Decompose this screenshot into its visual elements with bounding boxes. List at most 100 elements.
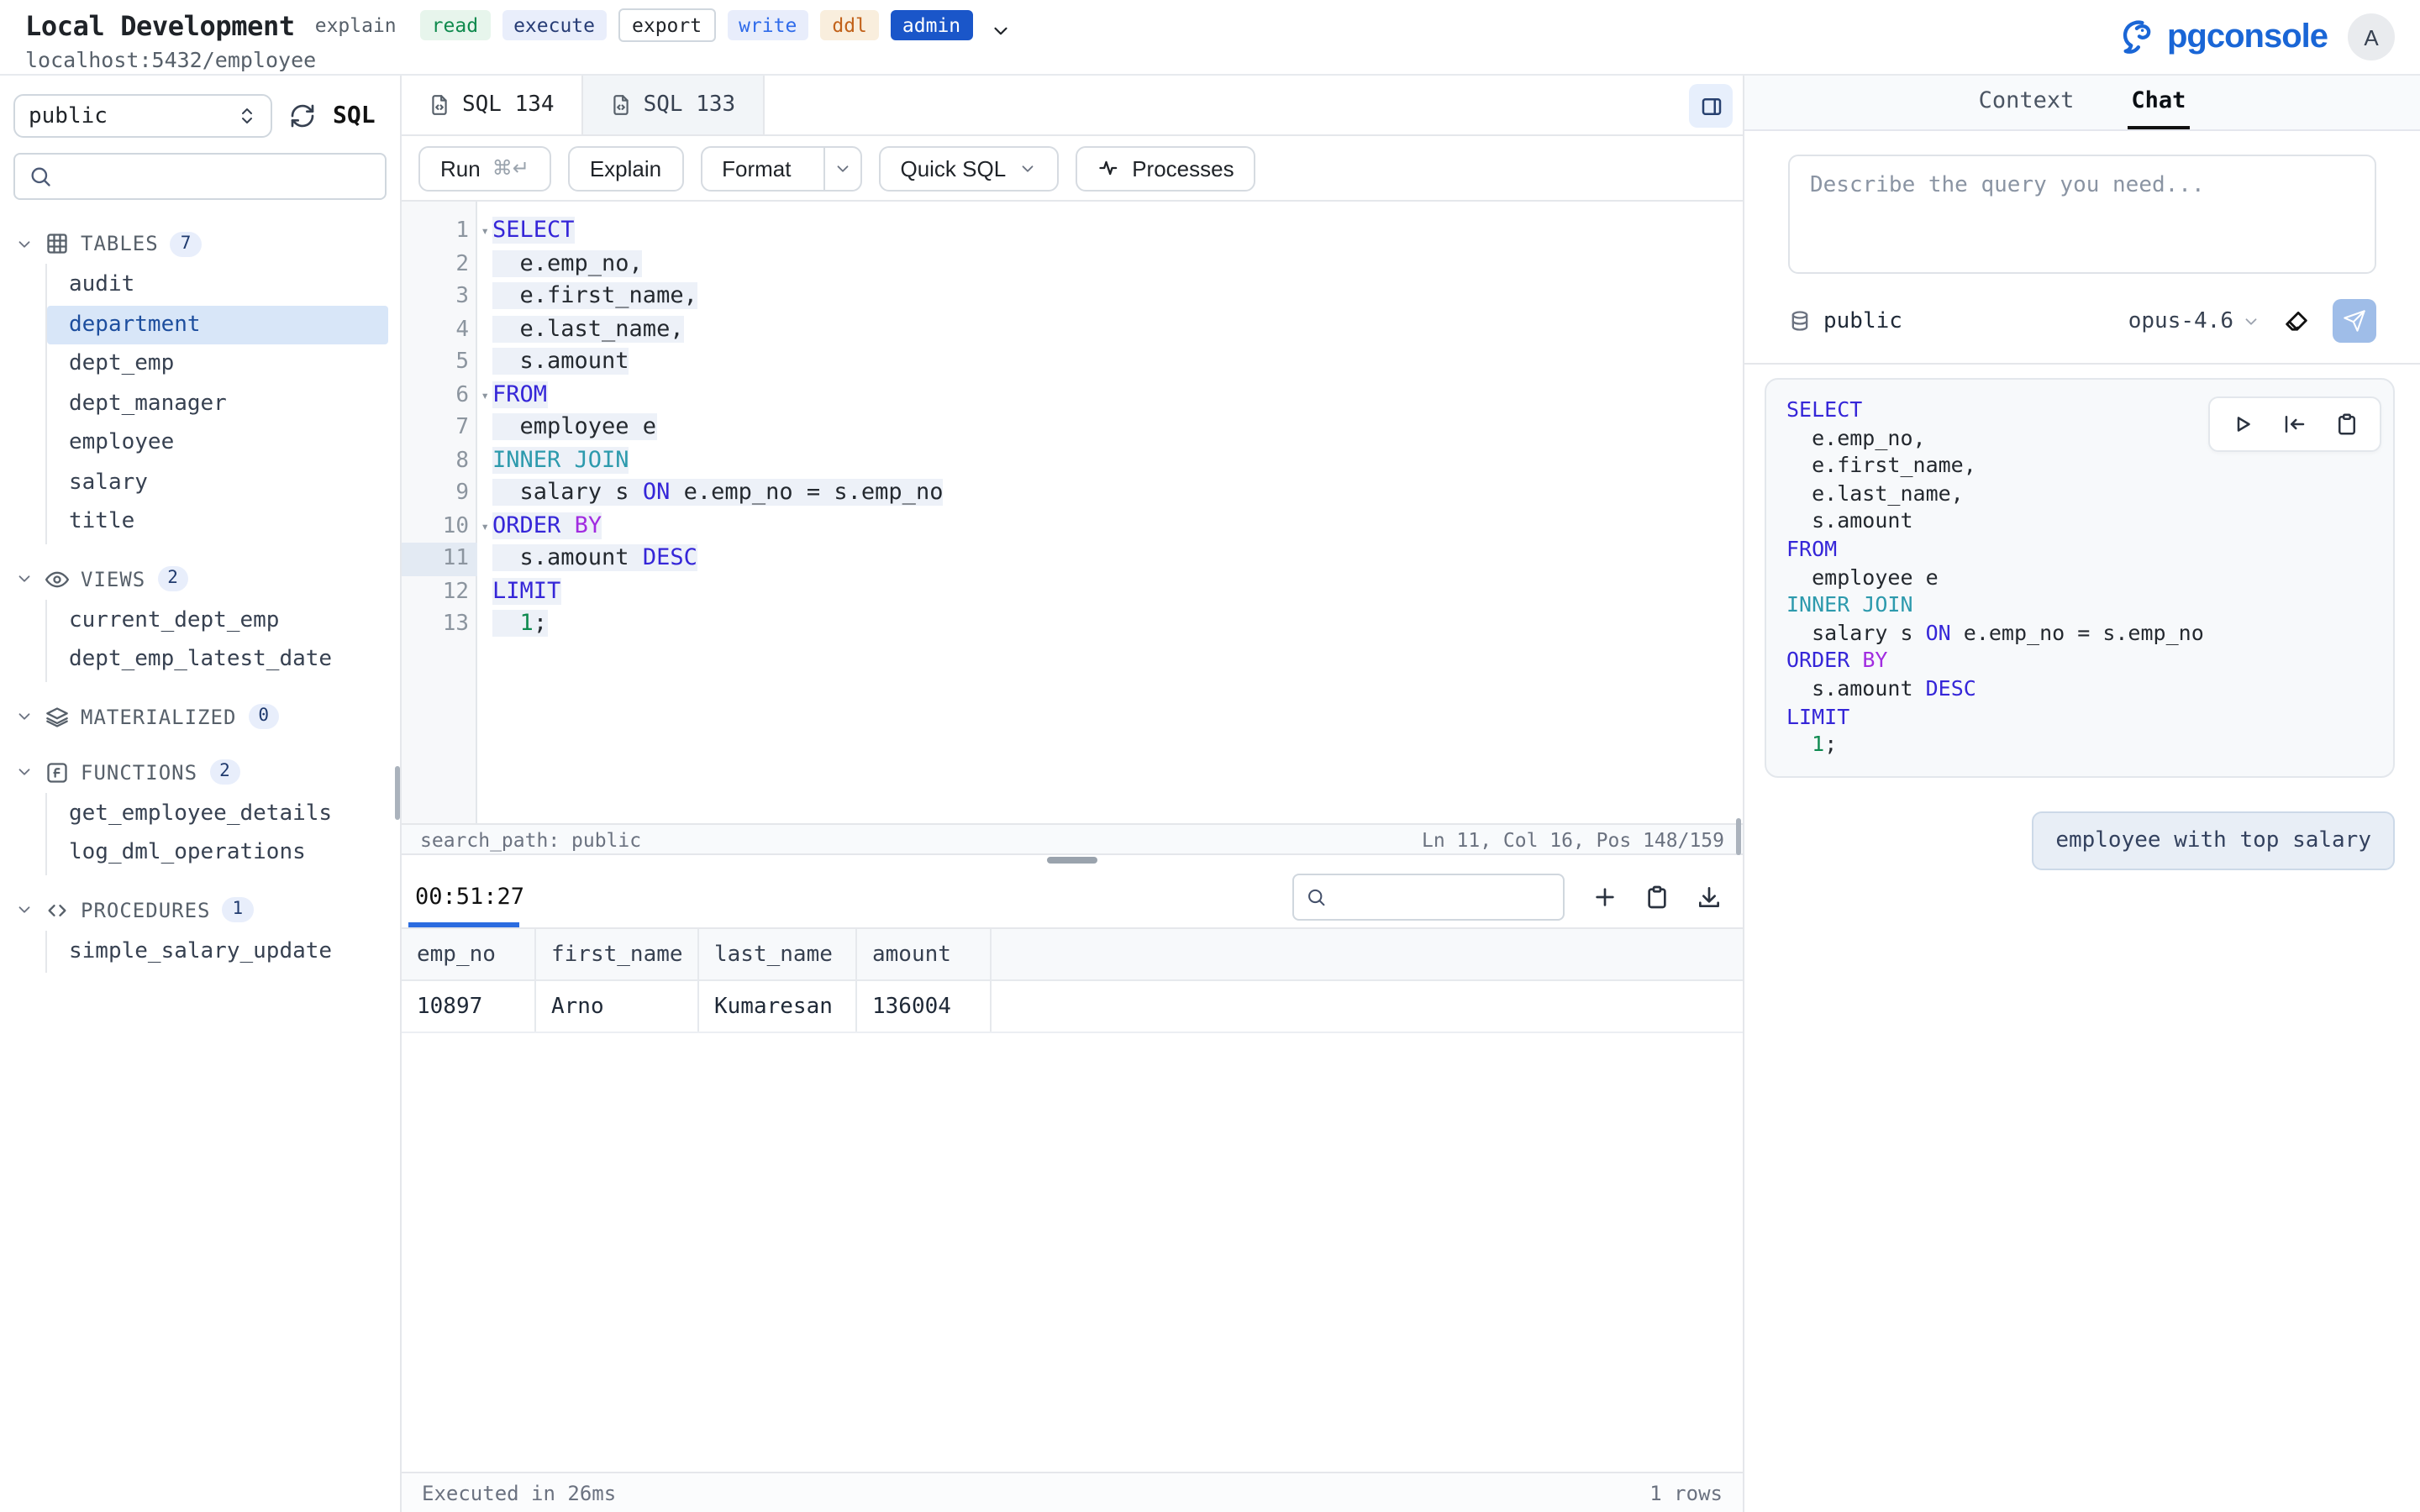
tree-item-current_dept_emp[interactable]: current_dept_emp	[47, 601, 388, 640]
add-result-tab-icon[interactable]	[1591, 883, 1618, 910]
schema-select[interactable]: public	[13, 94, 272, 138]
fold-marker-icon[interactable]: ▾	[481, 510, 489, 543]
fold-marker-icon[interactable]: ▾	[481, 215, 489, 248]
editor-line-13[interactable]: 13 1;	[402, 608, 1743, 641]
tree-item-employee[interactable]: employee	[47, 423, 388, 463]
chevron-down-icon[interactable]	[989, 19, 1011, 41]
editor-line-10[interactable]: 10▾ORDER BY	[402, 510, 1743, 543]
fold-marker-icon[interactable]: ▾	[481, 379, 489, 412]
copy-snippet-icon[interactable]	[2334, 412, 2360, 437]
line-number: 10▾	[402, 510, 477, 543]
section-count: 2	[157, 566, 188, 591]
tree-item-simple_salary_update[interactable]: simple_salary_update	[47, 932, 388, 971]
explain-button[interactable]: Explain	[568, 145, 683, 191]
line-number: 12	[402, 575, 477, 608]
copy-results-icon[interactable]	[1644, 883, 1670, 910]
editor-line-11[interactable]: 11 s.amount DESC	[402, 543, 1743, 575]
section-header-materialized[interactable]: MATERIALIZED0	[0, 696, 400, 737]
editor-line-5[interactable]: 5 s.amount	[402, 346, 1743, 379]
tree-item-dept_emp[interactable]: dept_emp	[47, 344, 388, 384]
section-count: 2	[209, 759, 240, 785]
editor-line-12[interactable]: 12LIMIT	[402, 575, 1743, 608]
editor-line-4[interactable]: 4 e.last_name,	[402, 313, 1743, 346]
tree-item-salary[interactable]: salary	[47, 463, 388, 502]
editor-line-1[interactable]: 1▾SELECT	[402, 215, 1743, 248]
sql-editor[interactable]: 1▾SELECT2 e.emp_no,3 e.first_name,4 e.la…	[402, 202, 1743, 823]
refresh-icon[interactable]	[289, 102, 316, 129]
cursor-position-status: Ln 11, Col 16, Pos 148/159	[1422, 827, 1724, 851]
tab-chat[interactable]: Chat	[2128, 76, 2189, 129]
chat-thread: SELECT e.emp_no, e.first_name, e.last_na…	[1744, 365, 2420, 1512]
sidebar-search[interactable]	[13, 153, 387, 200]
line-number: 13	[402, 608, 477, 641]
editor-line-9[interactable]: 9 salary s ON e.emp_no = s.emp_no	[402, 477, 1743, 510]
avatar[interactable]: A	[2348, 13, 2395, 60]
connection-subtitle: localhost:5432/employee	[25, 47, 1011, 72]
tree-item-department[interactable]: department	[47, 305, 388, 344]
line-number: 8	[402, 444, 477, 477]
connection-badges: explainreadexecuteexportwriteddladmin	[315, 8, 972, 42]
tree-item-dept_manager[interactable]: dept_manager	[47, 384, 388, 423]
download-results-icon[interactable]	[1696, 883, 1723, 910]
run-shortcut: ⌘↵	[492, 156, 529, 180]
editor-line-6[interactable]: 6▾FROM	[402, 379, 1743, 412]
insert-into-editor-icon[interactable]	[2282, 412, 2307, 437]
search-icon	[29, 165, 52, 188]
chat-prompt-input[interactable]	[1788, 155, 2376, 274]
tree-item-title[interactable]: title	[47, 502, 388, 542]
section-header-views[interactable]: VIEWS2	[0, 559, 400, 599]
results-search[interactable]	[1292, 873, 1565, 920]
badge-export: export	[618, 8, 715, 42]
editor-line-2[interactable]: 2 e.emp_no,	[402, 248, 1743, 281]
tree-item-get_employee_details[interactable]: get_employee_details	[47, 794, 388, 833]
tree-item-audit[interactable]: audit	[47, 265, 388, 305]
clear-chat-icon[interactable]	[2282, 307, 2311, 335]
table-row[interactable]: 10897ArnoKumaresan136004	[402, 981, 1743, 1033]
tab-label: SQL 133	[644, 92, 736, 118]
file-code-icon	[610, 94, 632, 116]
section-header-procedures[interactable]: PROCEDURES1	[0, 890, 400, 930]
section-header-functions[interactable]: FUNCTIONS2	[0, 752, 400, 792]
processes-label: Processes	[1132, 155, 1234, 181]
run-button[interactable]: Run ⌘↵	[418, 145, 551, 191]
split-view-button[interactable]	[1689, 84, 1733, 128]
column-header-first_name[interactable]: first_name	[536, 929, 699, 979]
results-search-input[interactable]	[1337, 885, 1552, 908]
tab-label: Chat	[2131, 87, 2186, 114]
cell-emp_no: 10897	[402, 981, 536, 1032]
tree-item-dept_emp_latest_date[interactable]: dept_emp_latest_date	[47, 640, 388, 680]
tree-section-materialized: MATERIALIZED0	[0, 696, 400, 737]
tree-item-log_dml_operations[interactable]: log_dml_operations	[47, 833, 388, 873]
run-snippet-icon[interactable]	[2230, 412, 2255, 437]
resize-handle[interactable]	[1047, 857, 1097, 863]
editor-scrollbar[interactable]	[1736, 818, 1741, 855]
column-header-emp_no[interactable]: emp_no	[402, 929, 536, 979]
sidebar-scrollbar[interactable]	[395, 766, 400, 820]
tab-sql-134[interactable]: SQL 134	[402, 76, 583, 134]
sidebar-search-input[interactable]	[62, 164, 371, 189]
query-timer[interactable]: 00:51:27	[415, 883, 524, 910]
column-header-amount[interactable]: amount	[857, 929, 992, 979]
section-header-tables[interactable]: TABLES7	[0, 223, 400, 264]
assistant-sql-message: SELECT e.emp_no, e.first_name, e.last_na…	[1765, 378, 2395, 777]
format-button[interactable]: Format	[700, 145, 861, 191]
editor-line-7[interactable]: 7 employee e	[402, 412, 1743, 444]
context-schema: public	[1788, 308, 1902, 333]
tab-context[interactable]: Context	[1975, 76, 2078, 129]
code-text: FROM	[477, 379, 1743, 412]
processes-button[interactable]: Processes	[1075, 145, 1255, 191]
code-text: ORDER BY	[477, 510, 1743, 543]
send-button[interactable]	[2333, 299, 2376, 343]
editor-line-8[interactable]: 8INNER JOIN	[402, 444, 1743, 477]
model-select[interactable]: opus-4.6	[2128, 308, 2260, 333]
quick-sql-button[interactable]: Quick SQL	[878, 145, 1058, 191]
schema-select-value: public	[29, 103, 108, 129]
sql-mode-label[interactable]: SQL	[333, 102, 376, 129]
column-header-last_name[interactable]: last_name	[699, 929, 857, 979]
tab-sql-133[interactable]: SQL 133	[583, 76, 765, 134]
chat-code-line-9: salary s ON e.emp_no = s.emp_no	[1786, 620, 2373, 648]
editor-line-3[interactable]: 3 e.first_name,	[402, 281, 1743, 313]
format-dropdown[interactable]	[823, 147, 860, 189]
search-path-status: search_path: public	[420, 827, 641, 851]
tree-section-procedures: PROCEDURES1simple_salary_update	[0, 890, 400, 973]
